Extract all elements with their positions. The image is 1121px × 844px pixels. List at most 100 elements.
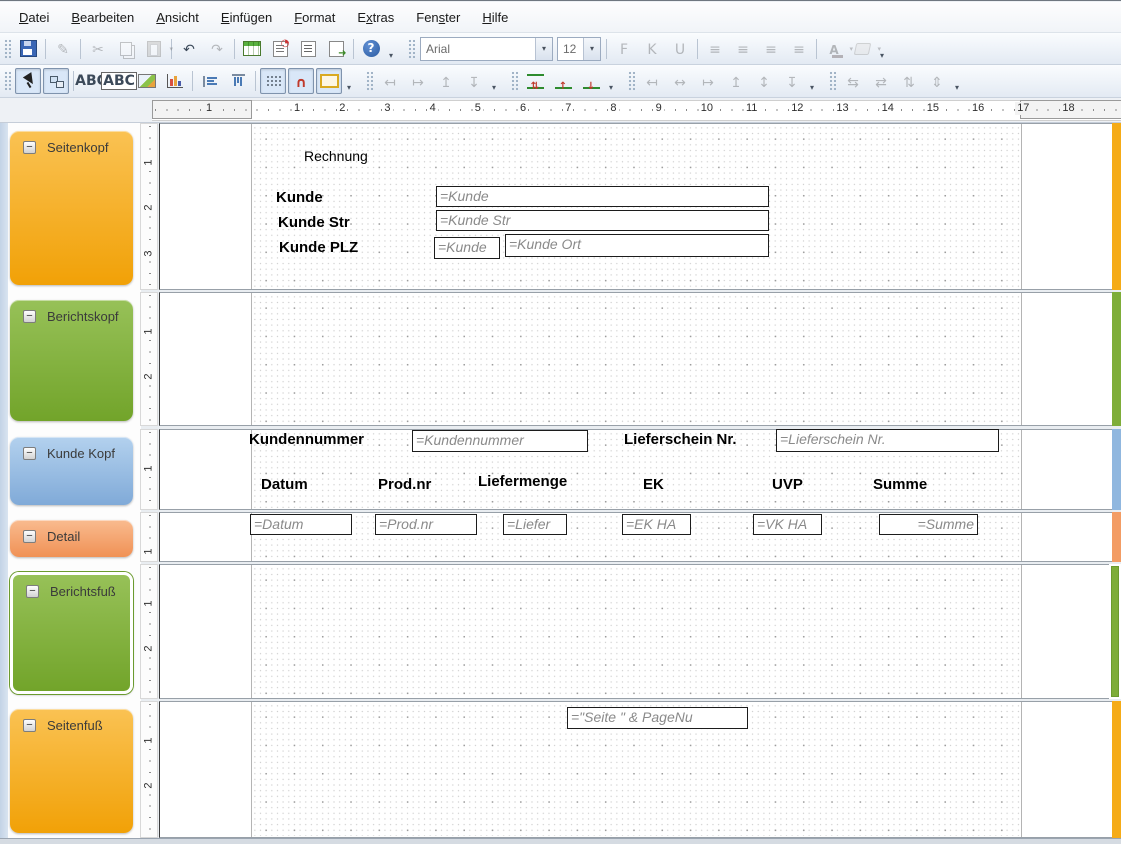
align-object-left-button[interactable]: ↤: [377, 68, 403, 94]
edit-mode-button[interactable]: ✎: [50, 36, 76, 62]
toolbar-overflow-button[interactable]: [878, 37, 891, 61]
font-size-combo[interactable]: 12▾: [557, 37, 601, 61]
distribute-left-button[interactable]: ↤: [639, 68, 665, 94]
add-field-button[interactable]: [239, 36, 265, 62]
vertical-alignment-button[interactable]: [225, 68, 251, 94]
copy-button[interactable]: [113, 36, 139, 62]
report-field-vk-ha[interactable]: =VK HA: [753, 514, 822, 535]
report-label-prod-nr[interactable]: Prod.nr: [378, 476, 431, 493]
section-band-berichtskopf[interactable]: [159, 292, 1121, 426]
chevron-down-icon[interactable]: ▾: [535, 38, 552, 60]
toolbar-overflow-button[interactable]: [387, 37, 400, 61]
section-header-seitenkopf[interactable]: −Seitenkopf: [10, 131, 133, 285]
save-button[interactable]: [15, 36, 41, 62]
undo-button[interactable]: ↶: [176, 36, 202, 62]
horizontal-alignment-button[interactable]: [197, 68, 223, 94]
collapse-icon[interactable]: −: [23, 141, 36, 154]
distribute-horizontal-center-button[interactable]: ↔: [667, 68, 693, 94]
fit-greatest-height-button[interactable]: ↑: [550, 68, 576, 94]
toolbar-grip[interactable]: [408, 39, 415, 59]
report-field-summe[interactable]: =Summe: [879, 514, 978, 535]
toolbar-grip[interactable]: [4, 71, 11, 91]
report-field-lieferschein-nr[interactable]: =Lieferschein Nr.: [776, 429, 999, 452]
toolbar-overflow-button[interactable]: [490, 69, 503, 93]
help-button[interactable]: [358, 36, 384, 62]
section-header-berichtsfuss[interactable]: −Berichtsfuß: [10, 572, 133, 694]
redo-button[interactable]: ↷: [204, 36, 230, 62]
section-header-detail[interactable]: −Detail: [10, 520, 133, 557]
text-box-button[interactable]: ABC: [106, 68, 132, 94]
menu-datei[interactable]: Datei: [8, 6, 60, 29]
cut-button[interactable]: ✂: [85, 36, 111, 62]
report-field-prod-nr[interactable]: =Prod.nr: [375, 514, 477, 535]
chart-button[interactable]: [162, 68, 188, 94]
distribute-top-button[interactable]: ↥: [723, 68, 749, 94]
paste-button[interactable]: ▾: [141, 36, 167, 62]
font-color-button[interactable]: A▾: [821, 36, 847, 62]
helplines-while-moving-button[interactable]: [316, 68, 342, 94]
section-header-berichtskopf[interactable]: −Berichtskopf: [10, 300, 133, 421]
report-label-summe[interactable]: Summe: [873, 476, 927, 493]
collapse-icon[interactable]: −: [23, 719, 36, 732]
toolbar-grip[interactable]: [829, 71, 836, 91]
size-greatest-height-button[interactable]: ⇕: [924, 68, 950, 94]
horizontal-ruler[interactable]: 1123456789101112131415161718: [0, 98, 1121, 123]
report-label-lieferschein-nr[interactable]: Lieferschein Nr.: [624, 431, 737, 448]
report-field-liefer[interactable]: =Liefer: [503, 514, 567, 535]
collapse-icon[interactable]: −: [26, 585, 39, 598]
select-tool-button[interactable]: [15, 68, 41, 94]
toolbar-overflow-button[interactable]: [953, 69, 966, 93]
align-object-right-button[interactable]: ↦: [405, 68, 431, 94]
toolbar-grip[interactable]: [366, 71, 373, 91]
menu-format[interactable]: Format: [283, 6, 346, 29]
toolbar-overflow-button[interactable]: [345, 69, 358, 93]
menu-bearbeiten[interactable]: Bearbeiten: [60, 6, 145, 29]
align-left-button[interactable]: ≡: [702, 36, 728, 62]
toolbar-grip[interactable]: [511, 71, 518, 91]
font-name-combo[interactable]: Arial▾: [420, 37, 553, 61]
report-label-liefermenge[interactable]: Liefermenge: [478, 473, 567, 490]
collapse-icon[interactable]: −: [23, 447, 36, 460]
report-label-ek[interactable]: EK: [643, 476, 664, 493]
size-greatest-width-button[interactable]: ⇄: [868, 68, 894, 94]
report-field-datum[interactable]: =Datum: [250, 514, 352, 535]
menu-hilfe[interactable]: Hilfe: [471, 6, 519, 29]
size-smallest-height-button[interactable]: ⇅: [896, 68, 922, 94]
distribute-bottom-button[interactable]: ↧: [779, 68, 805, 94]
menu-ansicht[interactable]: Ansicht: [145, 6, 210, 29]
sorting-and-grouping-button[interactable]: [267, 36, 293, 62]
fit-smallest-height-button[interactable]: ⇅: [522, 68, 548, 94]
report-label-datum[interactable]: Datum: [261, 476, 308, 493]
italic-button[interactable]: K: [639, 36, 665, 62]
chevron-down-icon[interactable]: ▾: [583, 38, 600, 60]
align-object-top-button[interactable]: ↥: [433, 68, 459, 94]
design-mode-button[interactable]: [43, 68, 69, 94]
report-label-kunde-str[interactable]: Kunde Str: [278, 214, 350, 231]
toolbar-grip[interactable]: [4, 39, 11, 59]
graphic-field-button[interactable]: [134, 68, 160, 94]
report-label-kundennummer[interactable]: Kundennummer: [249, 431, 364, 448]
section-band-berichtsfuss[interactable]: [159, 564, 1121, 699]
menu-fenster[interactable]: Fenster: [405, 6, 471, 29]
report-label-kunde-plz[interactable]: Kunde PLZ: [279, 239, 358, 256]
execute-report-button[interactable]: [323, 36, 349, 62]
menu-extras[interactable]: Extras: [346, 6, 405, 29]
report-navigator-button[interactable]: [295, 36, 321, 62]
toolbar-overflow-button[interactable]: [607, 69, 620, 93]
align-right-button[interactable]: ≡: [758, 36, 784, 62]
align-object-bottom-button[interactable]: ↧: [461, 68, 487, 94]
label-field-button[interactable]: ABC: [78, 68, 104, 94]
toolbar-overflow-button[interactable]: [808, 69, 821, 93]
toolbar-grip[interactable]: [628, 71, 635, 91]
align-justify-button[interactable]: ≡: [786, 36, 812, 62]
distribute-vertical-center-button[interactable]: ↕: [751, 68, 777, 94]
bold-button[interactable]: F: [611, 36, 637, 62]
collapse-icon[interactable]: −: [23, 530, 36, 543]
dropdown-arrow-icon[interactable]: ▾: [169, 45, 173, 53]
report-field-ek-ha[interactable]: =EK HA: [622, 514, 691, 535]
snap-to-grid-button[interactable]: ∩: [288, 68, 314, 94]
report-label-kunde[interactable]: Kunde: [276, 189, 323, 206]
report-field-kunde-str[interactable]: =Kunde Str: [436, 210, 769, 231]
section-header-kunde-kopf[interactable]: −Kunde Kopf: [10, 437, 133, 505]
report-field-kunde[interactable]: =Kunde: [434, 237, 500, 259]
